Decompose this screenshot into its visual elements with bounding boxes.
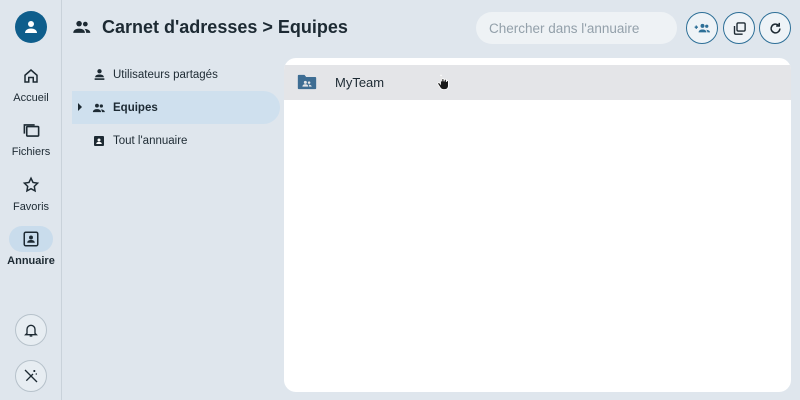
- rail-item-accueil[interactable]: Accueil: [0, 63, 62, 104]
- bell-icon: [24, 324, 38, 337]
- contact-card-icon: [23, 231, 39, 247]
- search-input[interactable]: [476, 12, 677, 44]
- home-icon: [24, 69, 38, 83]
- sidebar-item-label: Equipes: [113, 101, 158, 114]
- copy-button[interactable]: [723, 12, 755, 44]
- sidebar-item-equipes[interactable]: Equipes: [72, 91, 280, 124]
- avatar[interactable]: [15, 11, 47, 43]
- rail-item-favoris[interactable]: Favoris: [0, 172, 62, 213]
- magic-off-icon: [24, 369, 38, 383]
- assistant-off-button[interactable]: [15, 360, 47, 392]
- list-item[interactable]: MyTeam: [284, 65, 791, 100]
- copy-icon: [733, 21, 746, 35]
- add-group-button[interactable]: [686, 12, 718, 44]
- rail-item-label: Annuaire: [7, 255, 55, 267]
- caret-right-icon[interactable]: [76, 102, 84, 112]
- refresh-icon: [769, 22, 781, 34]
- people-icon: [92, 103, 105, 112]
- nav-rail: Accueil Fichiers Favoris Annuaire: [0, 0, 62, 400]
- directory-sidebar: Utilisateurs partagés Equipes Tout l'ann…: [72, 58, 280, 157]
- contact-card-icon: [94, 135, 104, 146]
- rail-item-label: Favoris: [12, 201, 50, 213]
- shared-user-icon: [94, 69, 104, 80]
- people-icon: [73, 20, 91, 33]
- star-icon: [22, 176, 40, 193]
- rail-item-label: Accueil: [13, 92, 49, 104]
- team-name: MyTeam: [335, 75, 385, 90]
- user-icon: [25, 21, 37, 33]
- refresh-button[interactable]: [759, 12, 791, 44]
- sidebar-item-tout-lannuaire[interactable]: Tout l'annuaire: [72, 124, 280, 157]
- add-group-icon: [694, 23, 710, 32]
- sidebar-item-utilisateurs-partages[interactable]: Utilisateurs partagés: [72, 58, 280, 91]
- notifications-button[interactable]: [15, 314, 47, 346]
- sidebar-item-label: Utilisateurs partagés: [113, 68, 218, 81]
- hand-cursor-icon: [437, 74, 449, 90]
- teams-list-panel: MyTeam: [284, 58, 791, 392]
- page-title: Carnet d'adresses > Equipes: [102, 17, 348, 37]
- rail-item-label: Fichiers: [11, 146, 51, 158]
- files-icon: [23, 123, 39, 137]
- sidebar-item-label: Tout l'annuaire: [113, 134, 188, 147]
- header: Carnet d'adresses > Equipes: [62, 0, 800, 56]
- rail-item-annuaire[interactable]: Annuaire: [0, 226, 62, 267]
- rail-item-fichiers[interactable]: Fichiers: [0, 117, 62, 158]
- team-folder-icon: [297, 74, 317, 90]
